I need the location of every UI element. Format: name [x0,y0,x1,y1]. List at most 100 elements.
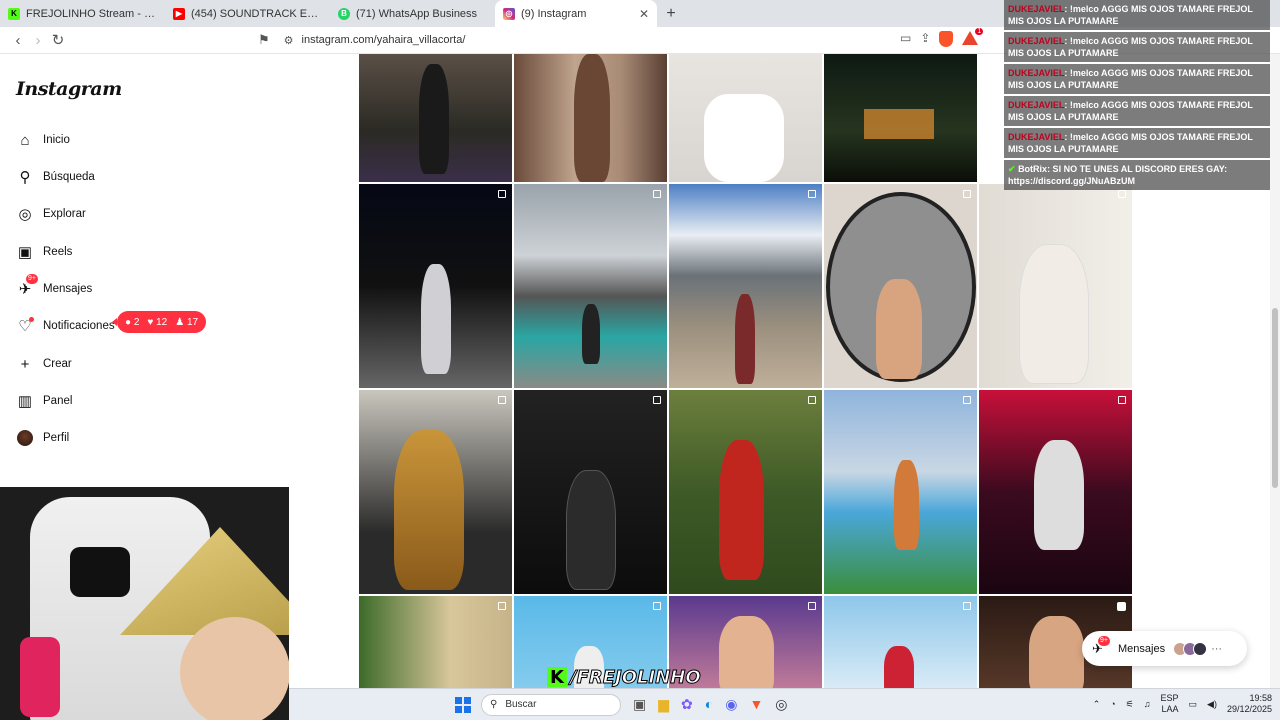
whatsapp-favicon-icon: B [338,7,350,20]
brave-rewards-icon[interactable]: 1 [962,28,984,45]
sidebar-item-inicio[interactable]: ⌂ Inicio [16,128,69,152]
clock-time: 19:58 [1249,693,1272,703]
messages-floating-button[interactable]: ✈ 9+ Mensajes ··· [1082,631,1247,666]
copilot-icon[interactable]: ✿ [681,696,693,713]
taskbar-search[interactable]: ⚲ Buscar [481,693,621,716]
avatar [1193,641,1208,656]
tab-title: (9) Instagram [521,7,587,20]
wifi-off-icon[interactable]: ⚟ [1126,699,1134,710]
recent-contacts-avatars [1173,641,1208,656]
sidebar-item-panel[interactable]: ▥ Panel [16,389,73,413]
edge-icon[interactable]: ◐ [705,696,713,713]
network-status-icon[interactable]: ◔ [1110,699,1115,709]
post-thumbnail[interactable] [824,596,977,688]
display-icon[interactable]: ▭ [1189,699,1198,710]
clock[interactable]: 19:58 29/12/2025 [1227,693,1272,715]
tab-instagram[interactable]: ◎ (9) Instagram ✕ [495,0,657,27]
language-indicator[interactable]: ESP LAA [1161,693,1179,715]
windows-start-icon[interactable] [455,696,471,713]
chat-username: DUKEJAVIEL [1008,100,1065,110]
sidebar-item-label: Crear [43,358,72,370]
microphone-icon[interactable]: ♫ [1144,699,1151,709]
chat-message: DUKEJAVIEL: !melco AGGG MIS OJOS TAMARE … [1004,64,1270,94]
sidebar-item-label: Notificaciones [43,320,115,332]
post-thumbnail[interactable] [669,184,822,388]
sidebar-item-label: Mensajes [43,283,93,295]
chat-message: DUKEJAVIEL: !melco AGGG MIS OJOS TAMARE … [1004,128,1270,158]
brave-icon[interactable]: ▼ [749,696,763,713]
sidebar-item-mensajes[interactable]: ✈ 9+ Mensajes [16,274,93,301]
sidebar-item-crear[interactable]: + Crear [16,352,72,376]
messages-label: Mensajes [1118,642,1166,655]
carousel-icon [498,602,506,610]
post-thumbnail[interactable] [514,184,667,388]
chat-message: DUKEJAVIEL: !melco AGGG MIS OJOS TAMARE … [1004,96,1270,126]
close-tab-icon[interactable]: ✕ [639,7,649,21]
post-thumbnail[interactable] [359,54,512,182]
post-thumbnail[interactable] [669,54,822,182]
post-thumbnail[interactable] [979,184,1132,388]
tab-whatsapp[interactable]: B (71) WhatsApp Business [330,0,495,27]
kick-favicon-icon: K [8,7,20,20]
task-view-icon[interactable]: ▣ [633,696,646,713]
post-thumbnail[interactable] [359,596,512,688]
heart-icon: ♥ [147,316,154,328]
obs-icon[interactable]: ◎ [775,696,787,713]
avatar [17,430,33,446]
instagram-logo[interactable]: Instagram [16,78,122,100]
chevron-up-icon[interactable]: ⌃ [1093,699,1101,710]
volume-icon[interactable]: ◀) [1207,699,1217,710]
sidebar-item-label: Búsqueda [43,171,95,183]
share-icon[interactable]: ⇪ [920,31,930,47]
sidebar-item-perfil[interactable]: Perfil [16,426,69,450]
post-thumbnail[interactable] [824,390,977,594]
post-thumbnail[interactable] [514,390,667,594]
page-scrollbar[interactable] [1270,54,1280,688]
post-thumbnail[interactable] [669,390,822,594]
post-thumbnail[interactable] [514,54,667,182]
discord-icon[interactable]: ◉ [725,696,737,713]
site-info-icon[interactable]: ⚙ [284,34,294,47]
sidebar-item-explorar[interactable]: ◎ Explorar [16,202,85,226]
carousel-icon [1118,396,1126,404]
sidebar-item-notificaciones[interactable]: ♡ Notificaciones [16,314,115,338]
reload-icon[interactable]: ↻ [48,30,68,50]
sidebar-item-reels[interactable]: ▣ Reels [16,240,73,264]
notifications-popup[interactable]: ● 2 ♥ 12 ♟ 17 [111,311,207,333]
carousel-icon [653,396,661,404]
search-icon: ⚲ [19,169,31,186]
tab-youtube[interactable]: ▶ (454) SOUNDTRACK EEG | TROMPETA [165,0,330,27]
comments-count: 2 [133,316,140,328]
forward-icon[interactable]: › [28,30,48,50]
address-bar[interactable]: ⚑ ⚙ instagram.com/yahaira_villacorta/ [258,30,948,50]
carousel-icon [808,602,816,610]
carousel-icon [963,602,971,610]
panel-icon: ▥ [17,393,33,410]
post-thumbnail[interactable] [824,184,977,388]
carousel-icon [653,602,661,610]
cast-icon[interactable]: ▭ [900,31,911,47]
address-text: instagram.com/yahaira_villacorta/ [301,34,466,46]
search-placeholder: Buscar [505,699,537,710]
streamer-brand-overlay: K /FREJOLINHO [547,666,701,688]
post-thumbnail[interactable] [979,390,1132,594]
bookmark-icon[interactable]: ⚑ [258,32,270,48]
explore-icon: ◎ [18,206,32,223]
tab-kick[interactable]: K FREJOLINHO Stream - Watch Live on [0,0,165,27]
sidebar-item-busqueda[interactable]: ⚲ Búsqueda [16,165,95,189]
chat-username: DUKEJAVIEL [1008,132,1065,142]
new-tab-button[interactable]: + [657,0,685,27]
youtube-favicon-icon: ▶ [173,7,185,20]
scrollbar-thumb[interactable] [1272,308,1278,488]
chat-username: DUKEJAVIEL [1008,4,1065,14]
windows-taskbar: ⚲ Buscar ▣ ▆ ✿ ◐ ◉ ▼ ◎ ⌃ ◔ ⚟ ♫ ESP LAA ▭… [289,688,1280,720]
brave-shields-icon[interactable] [939,31,954,47]
back-icon[interactable]: ‹ [8,30,28,50]
post-thumbnail[interactable] [824,54,977,182]
file-explorer-icon[interactable]: ▆ [658,696,669,713]
post-thumbnail[interactable] [359,184,512,388]
post-thumbnail[interactable] [359,390,512,594]
carousel-icon [963,396,971,404]
search-icon: ⚲ [490,699,498,710]
chat-username: DUKEJAVIEL [1008,36,1065,46]
